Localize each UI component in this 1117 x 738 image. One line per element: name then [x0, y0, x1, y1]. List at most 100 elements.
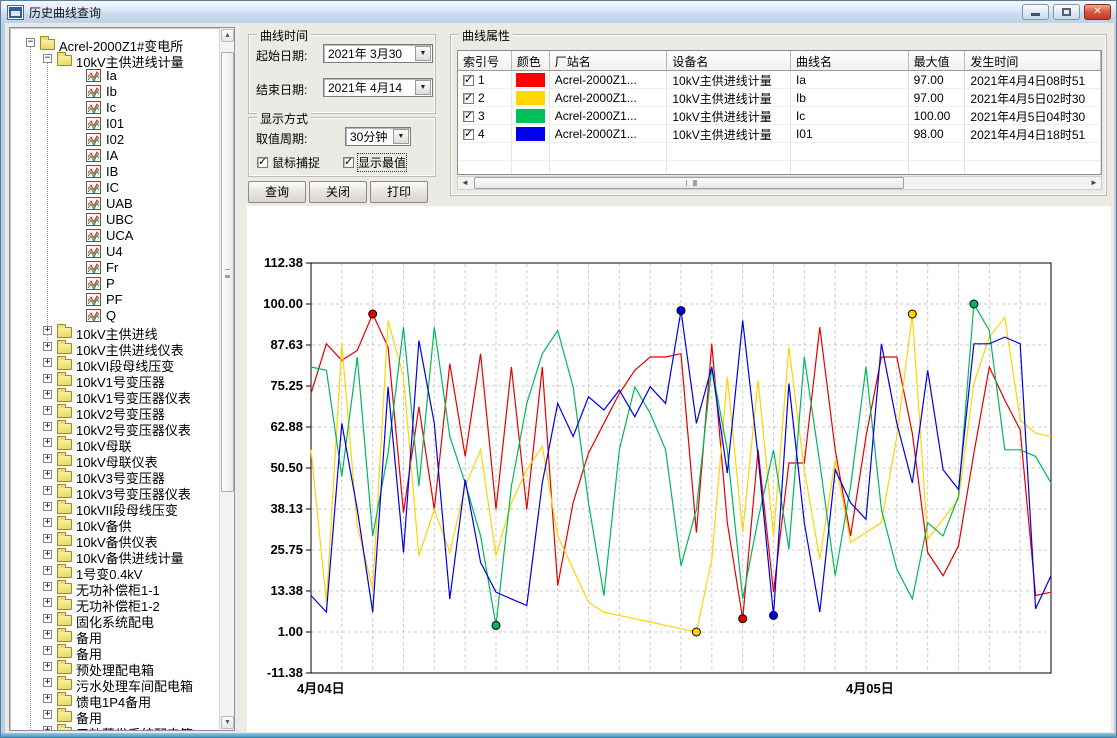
- expand-icon[interactable]: +: [43, 326, 52, 335]
- end-date-dropdown-icon[interactable]: ▼: [415, 80, 431, 95]
- expand-icon[interactable]: +: [43, 630, 52, 639]
- expand-icon[interactable]: +: [43, 678, 52, 687]
- table-row[interactable]: 2Acrel-2000Z1...10kV主供进线计量Ib97.002021年4月…: [458, 89, 1101, 107]
- expand-icon[interactable]: +: [43, 534, 52, 543]
- curve-visible-checkbox[interactable]: [463, 111, 474, 122]
- expand-icon[interactable]: +: [43, 486, 52, 495]
- expand-icon[interactable]: +: [43, 438, 52, 447]
- tree-item-U4[interactable]: U4: [10, 243, 219, 259]
- history-curve-chart[interactable]: 112.38100.0087.6375.2562.8850.5038.1325.…: [247, 206, 1111, 732]
- collapse-icon[interactable]: −: [26, 38, 35, 47]
- tree-item-10kV主供进线计量[interactable]: −10kV主供进线计量: [10, 51, 219, 67]
- expand-icon[interactable]: +: [43, 406, 52, 415]
- tree-item-I02[interactable]: I02: [10, 131, 219, 147]
- column-header-索引号[interactable]: 索引号: [458, 51, 512, 71]
- expand-icon[interactable]: +: [43, 358, 52, 367]
- column-header-最大值[interactable]: 最大值: [909, 51, 966, 71]
- tree-item-10kV1号变压器仪表[interactable]: +10kV1号变压器仪表: [10, 387, 219, 403]
- tree-item-Ia[interactable]: Ia: [10, 67, 219, 83]
- expand-icon[interactable]: +: [43, 390, 52, 399]
- tree-item-10kVI段母线压变[interactable]: +10kVI段母线压变: [10, 355, 219, 371]
- tree-item-10kV备供仪表[interactable]: +10kV备供仪表: [10, 531, 219, 547]
- tree-item-备用[interactable]: +备用: [10, 707, 219, 723]
- close-dialog-button[interactable]: 关闭: [309, 181, 367, 203]
- column-header-设备名[interactable]: 设备名: [667, 51, 791, 71]
- tree-item-预处理配电箱[interactable]: +预处理配电箱: [10, 659, 219, 675]
- table-horizontal-scrollbar[interactable]: ◄ ►: [457, 176, 1102, 190]
- tree-scroll-thumb[interactable]: [221, 52, 234, 492]
- curve-visible-checkbox[interactable]: [463, 75, 474, 86]
- scroll-right-icon[interactable]: ►: [1087, 177, 1101, 189]
- tree-item-三效蒸发系统配电箱[interactable]: +三效蒸发系统配电箱: [10, 723, 219, 730]
- tree-item-UAB[interactable]: UAB: [10, 195, 219, 211]
- tree-item-备用[interactable]: +备用: [10, 643, 219, 659]
- column-header-发生时间[interactable]: 发生时间: [965, 51, 1101, 71]
- tree-item-污水处理车间配电箱[interactable]: +污水处理车间配电箱: [10, 675, 219, 691]
- expand-icon[interactable]: +: [43, 342, 52, 351]
- collapse-icon[interactable]: −: [43, 54, 52, 63]
- table-scroll-thumb[interactable]: [474, 177, 904, 189]
- expand-icon[interactable]: +: [43, 582, 52, 591]
- table-row[interactable]: 4Acrel-2000Z1...10kV主供进线计量I0198.002021年4…: [458, 125, 1101, 143]
- expand-icon[interactable]: +: [43, 726, 52, 730]
- tree-item-10kV3号变压器[interactable]: +10kV3号变压器: [10, 467, 219, 483]
- tree-item-IA[interactable]: IA: [10, 147, 219, 163]
- query-button[interactable]: 查询: [248, 181, 306, 203]
- tree-item-1号变0.4kV[interactable]: +1号变0.4kV: [10, 563, 219, 579]
- end-date-picker[interactable]: 2021年 4月14 ▼: [323, 78, 433, 97]
- period-select[interactable]: 30分钟 ▼: [345, 127, 411, 146]
- tree-item-Ic[interactable]: Ic: [10, 99, 219, 115]
- tree-item-Ib[interactable]: Ib: [10, 83, 219, 99]
- tree-item-10kV主供进线[interactable]: +10kV主供进线: [10, 323, 219, 339]
- scroll-up-icon[interactable]: ▲: [221, 29, 234, 42]
- tree-item-无功补偿柜1-1[interactable]: +无功补偿柜1-1: [10, 579, 219, 595]
- tree-item-Acrel-2000Z1#变电所[interactable]: −Acrel-2000Z1#变电所: [10, 35, 219, 51]
- expand-icon[interactable]: +: [43, 662, 52, 671]
- scroll-left-icon[interactable]: ◄: [458, 177, 472, 189]
- print-button[interactable]: 打印: [370, 181, 428, 203]
- expand-icon[interactable]: +: [43, 566, 52, 575]
- period-dropdown-icon[interactable]: ▼: [393, 129, 409, 144]
- show-extremes-checkbox[interactable]: [343, 157, 354, 168]
- tree-item-10kVII段母线压变[interactable]: +10kVII段母线压变: [10, 499, 219, 515]
- expand-icon[interactable]: +: [43, 454, 52, 463]
- column-header-颜色[interactable]: 颜色: [512, 51, 550, 71]
- expand-icon[interactable]: +: [43, 710, 52, 719]
- expand-icon[interactable]: +: [43, 598, 52, 607]
- tree-item-无功补偿柜1-2[interactable]: +无功补偿柜1-2: [10, 595, 219, 611]
- tree-item-10kV备供[interactable]: +10kV备供: [10, 515, 219, 531]
- tree-item-PF[interactable]: PF: [10, 291, 219, 307]
- curve-visible-checkbox[interactable]: [463, 93, 474, 104]
- expand-icon[interactable]: +: [43, 518, 52, 527]
- tree-item-10kV2号变压器[interactable]: +10kV2号变压器: [10, 403, 219, 419]
- tree-item-馈电1P4备用[interactable]: +馈电1P4备用: [10, 691, 219, 707]
- table-row[interactable]: 3Acrel-2000Z1...10kV主供进线计量Ic100.002021年4…: [458, 107, 1101, 125]
- scroll-down-icon[interactable]: ▼: [221, 716, 234, 729]
- tree-item-I01[interactable]: I01: [10, 115, 219, 131]
- table-row[interactable]: 1Acrel-2000Z1...10kV主供进线计量Ia97.002021年4月…: [458, 71, 1101, 89]
- tree-item-Q[interactable]: Q: [10, 307, 219, 323]
- tree-item-10kV主供进线仪表[interactable]: +10kV主供进线仪表: [10, 339, 219, 355]
- start-date-dropdown-icon[interactable]: ▼: [415, 46, 431, 61]
- expand-icon[interactable]: +: [43, 614, 52, 623]
- tree-item-UCA[interactable]: UCA: [10, 227, 219, 243]
- curve-visible-checkbox[interactable]: [463, 129, 474, 140]
- tree-item-IB[interactable]: IB: [10, 163, 219, 179]
- tree-item-Fr[interactable]: Fr: [10, 259, 219, 275]
- tree-vertical-scrollbar[interactable]: ▲ ▼: [219, 28, 234, 730]
- tree-item-P[interactable]: P: [10, 275, 219, 291]
- tree-item-10kV1号变压器[interactable]: +10kV1号变压器: [10, 371, 219, 387]
- column-header-曲线名[interactable]: 曲线名: [791, 51, 909, 71]
- expand-icon[interactable]: +: [43, 646, 52, 655]
- tree-item-10kV母联[interactable]: +10kV母联: [10, 435, 219, 451]
- tree-item-10kV3号变压器仪表[interactable]: +10kV3号变压器仪表: [10, 483, 219, 499]
- tree-item-备用[interactable]: +备用: [10, 627, 219, 643]
- expand-icon[interactable]: +: [43, 470, 52, 479]
- tree-item-UBC[interactable]: UBC: [10, 211, 219, 227]
- column-header-厂站名[interactable]: 厂站名: [550, 51, 668, 71]
- expand-icon[interactable]: +: [43, 550, 52, 559]
- expand-icon[interactable]: +: [43, 694, 52, 703]
- expand-icon[interactable]: +: [43, 374, 52, 383]
- tree-item-固化系统配电[interactable]: +固化系统配电: [10, 611, 219, 627]
- tree-item-10kV备供进线计量[interactable]: +10kV备供进线计量: [10, 547, 219, 563]
